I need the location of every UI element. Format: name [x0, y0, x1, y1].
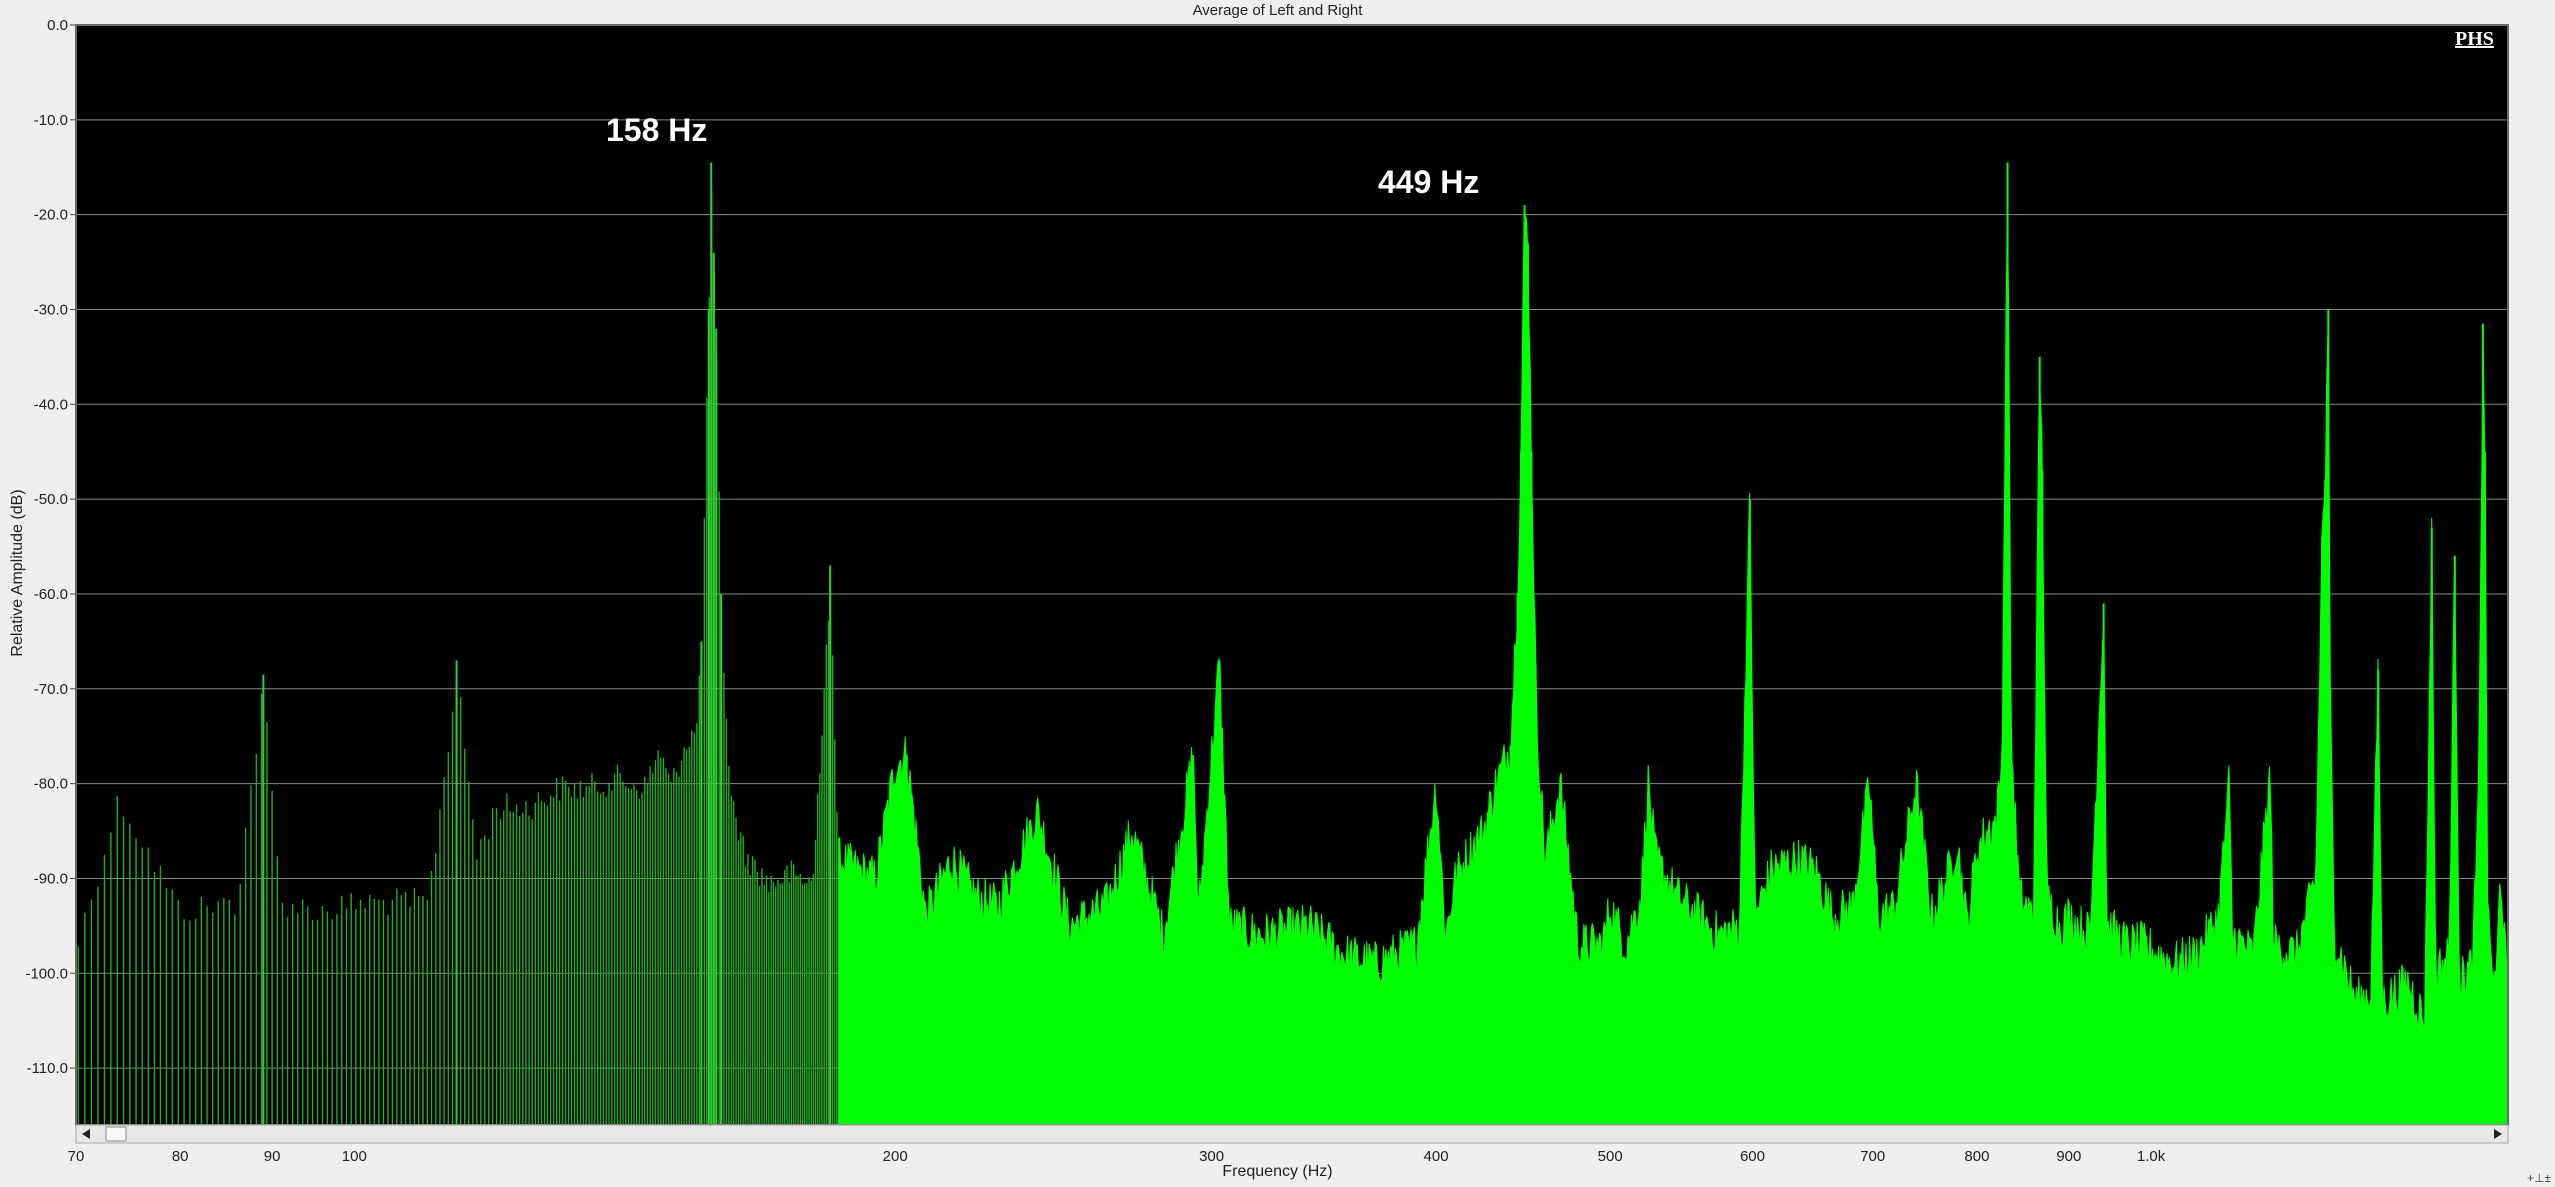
annotation-158hz: 158 Hz	[606, 112, 708, 148]
x-tick-label: 1.0k	[2137, 1148, 2166, 1165]
y-tick-label: -10.0	[34, 112, 68, 129]
y-tick-label: -50.0	[34, 491, 68, 508]
x-tick-label: 700	[1860, 1148, 1885, 1165]
y-tick-label: -70.0	[34, 681, 68, 698]
y-tick-label: -60.0	[34, 586, 68, 603]
x-tick-label: 80	[172, 1148, 189, 1165]
y-tick-label: -80.0	[34, 776, 68, 793]
y-tick-label: -30.0	[34, 301, 68, 318]
y-tick-label: -100.0	[25, 965, 68, 982]
spectrum-chart: 0.0 -10.0 -20.0 -30.0 -40.0 -50.0 -60.0 -70.0 -8…	[25, 17, 2509, 1165]
y-tick-label: -40.0	[34, 396, 68, 413]
y-tick-label: -90.0	[34, 870, 68, 887]
x-tick-label: 100	[342, 1148, 367, 1165]
x-tick-label: 70	[68, 1148, 85, 1165]
x-tick-label: 500	[1598, 1148, 1623, 1165]
y-tick-label: -20.0	[34, 207, 68, 224]
y-tick-label: -110.0	[27, 1060, 68, 1077]
scroll-thumb[interactable]	[105, 1126, 127, 1142]
h-scrollbar[interactable]	[75, 1124, 2509, 1144]
x-tick-label: 300	[1199, 1148, 1224, 1165]
x-tick-label: 90	[264, 1148, 281, 1165]
phs-watermark: PHS	[2455, 28, 2494, 50]
x-tick-label: 600	[1740, 1148, 1765, 1165]
x-tick-label: 900	[2056, 1148, 2081, 1165]
resize-grip-icon[interactable]: +⊥±	[2527, 1171, 2551, 1185]
x-tick-label: 400	[1424, 1148, 1449, 1165]
x-tick-label: 800	[1964, 1148, 1989, 1165]
annotation-449hz: 449 Hz	[1378, 164, 1480, 200]
y-tick-label: 0.0	[47, 17, 68, 34]
x-tick-label: 200	[883, 1148, 908, 1165]
